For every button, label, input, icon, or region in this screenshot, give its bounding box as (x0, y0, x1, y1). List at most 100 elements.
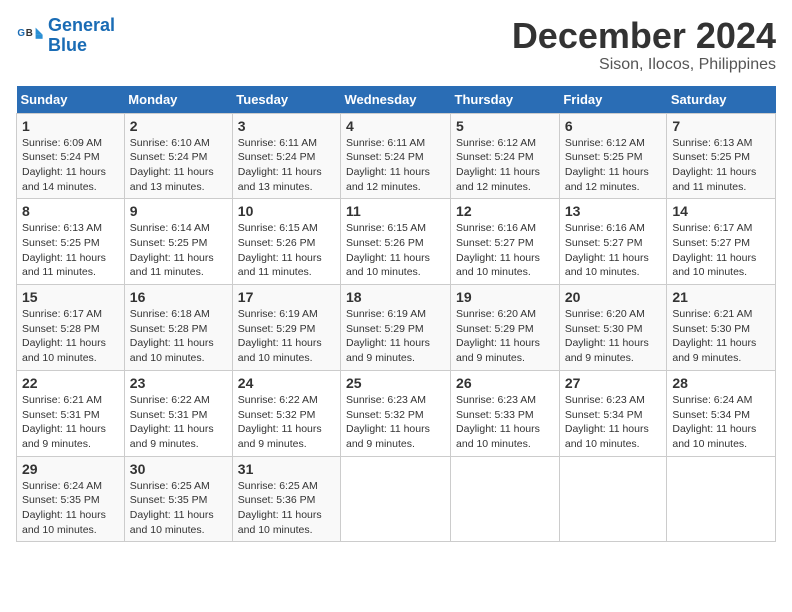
cell-info: Sunrise: 6:13 AM Sunset: 5:25 PM Dayligh… (22, 221, 119, 280)
calendar-cell: 7 Sunrise: 6:13 AM Sunset: 5:25 PM Daylig… (667, 113, 776, 199)
week-row-2: 8 Sunrise: 6:13 AM Sunset: 5:25 PM Daylig… (17, 199, 776, 285)
cell-info: Sunrise: 6:16 AM Sunset: 5:27 PM Dayligh… (456, 221, 554, 280)
calendar-cell: 15Sunrise: 6:17 AM Sunset: 5:28 PM Dayli… (17, 285, 125, 371)
header-friday: Friday (559, 86, 667, 114)
logo-general: General (48, 15, 115, 35)
calendar-header-row: SundayMondayTuesdayWednesdayThursdayFrid… (17, 86, 776, 114)
calendar-cell: 31 Sunrise: 6:25 AM Sunset: 5:36 PM Dayli… (232, 456, 340, 542)
day-number: 28 (672, 375, 770, 391)
cell-info: Sunrise: 6:25 AM Sunset: 5:35 PM Dayligh… (130, 479, 227, 538)
cell-info: Sunrise: 6:11 AM Sunset: 5:24 PM Dayligh… (346, 136, 445, 195)
calendar-cell (667, 456, 776, 542)
cell-info: Sunrise: 6:15 AM Sunset: 5:26 PM Dayligh… (238, 221, 335, 280)
day-number: 15 (22, 289, 119, 305)
calendar-cell: 13 Sunrise: 6:16 AM Sunset: 5:27 PM Dayli… (559, 199, 667, 285)
calendar-cell: 21 Sunrise: 6:21 AM Sunset: 5:30 PM Dayli… (667, 285, 776, 371)
calendar-cell: 25 Sunrise: 6:23 AM Sunset: 5:32 PM Dayli… (341, 370, 451, 456)
calendar-cell: 14Sunrise: 6:17 AM Sunset: 5:27 PM Dayli… (667, 199, 776, 285)
header-thursday: Thursday (451, 86, 560, 114)
calendar-cell: 8 Sunrise: 6:13 AM Sunset: 5:25 PM Daylig… (17, 199, 125, 285)
location-title: Sison, Ilocos, Philippines (512, 56, 776, 74)
cell-info: Sunrise: 6:23 AM Sunset: 5:34 PM Dayligh… (565, 393, 662, 452)
cell-info: Sunrise: 6:18 AM Sunset: 5:28 PM Dayligh… (130, 307, 227, 366)
calendar-cell: 4 Sunrise: 6:11 AM Sunset: 5:24 PM Daylig… (341, 113, 451, 199)
calendar-cell: 12Sunrise: 6:16 AM Sunset: 5:27 PM Dayli… (451, 199, 560, 285)
day-number: 18 (346, 289, 445, 305)
calendar-cell: 20 Sunrise: 6:20 AM Sunset: 5:30 PM Dayli… (559, 285, 667, 371)
day-number: 30 (130, 461, 227, 477)
cell-info: Sunrise: 6:19 AM Sunset: 5:29 PM Dayligh… (346, 307, 445, 366)
day-number: 14 (672, 203, 770, 219)
day-number: 16 (130, 289, 227, 305)
logo-icon: G B (16, 22, 44, 50)
cell-info: Sunrise: 6:13 AM Sunset: 5:25 PM Dayligh… (672, 136, 770, 195)
calendar-cell (559, 456, 667, 542)
cell-info: Sunrise: 6:16 AM Sunset: 5:27 PM Dayligh… (565, 221, 662, 280)
day-number: 6 (565, 118, 662, 134)
week-row-3: 15Sunrise: 6:17 AM Sunset: 5:28 PM Dayli… (17, 285, 776, 371)
day-number: 4 (346, 118, 445, 134)
calendar-cell (451, 456, 560, 542)
day-number: 7 (672, 118, 770, 134)
day-number: 26 (456, 375, 554, 391)
day-number: 10 (238, 203, 335, 219)
month-title: December 2024 (512, 16, 776, 56)
header-tuesday: Tuesday (232, 86, 340, 114)
calendar-cell: 1 Sunrise: 6:09 AM Sunset: 5:24 PM Daylig… (17, 113, 125, 199)
cell-info: Sunrise: 6:22 AM Sunset: 5:32 PM Dayligh… (238, 393, 335, 452)
day-number: 27 (565, 375, 662, 391)
cell-info: Sunrise: 6:15 AM Sunset: 5:26 PM Dayligh… (346, 221, 445, 280)
cell-info: Sunrise: 6:21 AM Sunset: 5:30 PM Dayligh… (672, 307, 770, 366)
calendar-cell: 26 Sunrise: 6:23 AM Sunset: 5:33 PM Dayli… (451, 370, 560, 456)
calendar-cell: 27 Sunrise: 6:23 AM Sunset: 5:34 PM Dayli… (559, 370, 667, 456)
cell-info: Sunrise: 6:23 AM Sunset: 5:32 PM Dayligh… (346, 393, 445, 452)
cell-info: Sunrise: 6:25 AM Sunset: 5:36 PM Dayligh… (238, 479, 335, 538)
day-number: 20 (565, 289, 662, 305)
day-number: 19 (456, 289, 554, 305)
day-number: 8 (22, 203, 119, 219)
day-number: 31 (238, 461, 335, 477)
cell-info: Sunrise: 6:11 AM Sunset: 5:24 PM Dayligh… (238, 136, 335, 195)
calendar-cell: 3 Sunrise: 6:11 AM Sunset: 5:24 PM Daylig… (232, 113, 340, 199)
calendar-cell: 2Sunrise: 6:10 AM Sunset: 5:24 PM Daylig… (124, 113, 232, 199)
cell-info: Sunrise: 6:23 AM Sunset: 5:33 PM Dayligh… (456, 393, 554, 452)
week-row-5: 29 Sunrise: 6:24 AM Sunset: 5:35 PM Dayli… (17, 456, 776, 542)
cell-info: Sunrise: 6:22 AM Sunset: 5:31 PM Dayligh… (130, 393, 227, 452)
cell-info: Sunrise: 6:24 AM Sunset: 5:35 PM Dayligh… (22, 479, 119, 538)
cell-info: Sunrise: 6:10 AM Sunset: 5:24 PM Dayligh… (130, 136, 227, 195)
calendar-cell: 6Sunrise: 6:12 AM Sunset: 5:25 PM Daylig… (559, 113, 667, 199)
day-number: 11 (346, 203, 445, 219)
calendar-cell: 11 Sunrise: 6:15 AM Sunset: 5:26 PM Dayli… (341, 199, 451, 285)
calendar-cell: 10 Sunrise: 6:15 AM Sunset: 5:26 PM Dayli… (232, 199, 340, 285)
cell-info: Sunrise: 6:09 AM Sunset: 5:24 PM Dayligh… (22, 136, 119, 195)
cell-info: Sunrise: 6:24 AM Sunset: 5:34 PM Dayligh… (672, 393, 770, 452)
day-number: 21 (672, 289, 770, 305)
calendar-cell: 30 Sunrise: 6:25 AM Sunset: 5:35 PM Dayli… (124, 456, 232, 542)
svg-text:B: B (26, 28, 33, 39)
cell-info: Sunrise: 6:14 AM Sunset: 5:25 PM Dayligh… (130, 221, 227, 280)
header-wednesday: Wednesday (341, 86, 451, 114)
logo-text: General Blue (48, 16, 115, 56)
day-number: 9 (130, 203, 227, 219)
header-sunday: Sunday (17, 86, 125, 114)
day-number: 13 (565, 203, 662, 219)
cell-info: Sunrise: 6:19 AM Sunset: 5:29 PM Dayligh… (238, 307, 335, 366)
calendar-cell: 17Sunrise: 6:19 AM Sunset: 5:29 PM Dayli… (232, 285, 340, 371)
svg-text:G: G (17, 28, 25, 39)
calendar-cell: 9 Sunrise: 6:14 AM Sunset: 5:25 PM Daylig… (124, 199, 232, 285)
day-number: 29 (22, 461, 119, 477)
week-row-4: 22Sunrise: 6:21 AM Sunset: 5:31 PM Dayli… (17, 370, 776, 456)
calendar-cell: 16 Sunrise: 6:18 AM Sunset: 5:28 PM Dayli… (124, 285, 232, 371)
day-number: 3 (238, 118, 335, 134)
day-number: 1 (22, 118, 119, 134)
logo: G B General Blue (16, 16, 115, 56)
day-number: 25 (346, 375, 445, 391)
calendar-cell: 24 Sunrise: 6:22 AM Sunset: 5:32 PM Dayli… (232, 370, 340, 456)
header-monday: Monday (124, 86, 232, 114)
day-number: 24 (238, 375, 335, 391)
cell-info: Sunrise: 6:20 AM Sunset: 5:30 PM Dayligh… (565, 307, 662, 366)
day-number: 23 (130, 375, 227, 391)
calendar-cell: 5Sunrise: 6:12 AM Sunset: 5:24 PM Daylig… (451, 113, 560, 199)
calendar-cell: 19Sunrise: 6:20 AM Sunset: 5:29 PM Dayli… (451, 285, 560, 371)
day-number: 22 (22, 375, 119, 391)
